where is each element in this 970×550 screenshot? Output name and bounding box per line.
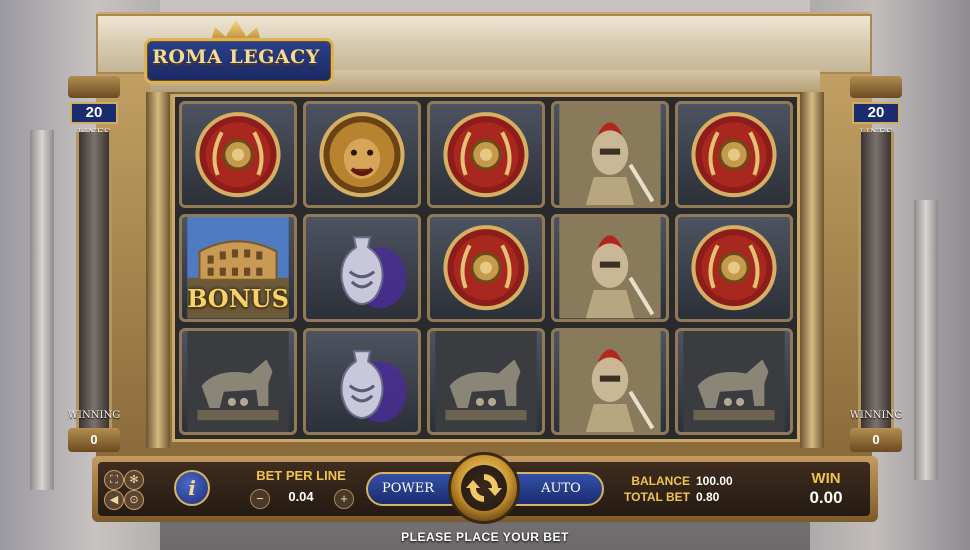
shield-icon [182,104,294,205]
bet-per-line-label: BET PER LINE [256,468,346,483]
right-pillar: 20 LINES WINNING 0 [850,76,902,452]
reel-cell-shield [179,101,297,209]
left-winning-label: WINNING [67,410,121,421]
gladiator-icon [554,104,666,206]
gladiator-icon [554,217,666,319]
reel-cell-she-wolf [179,327,297,435]
pillar-cap [68,76,120,98]
bonus-label: BONUS [187,283,289,313]
win-label: WIN [811,470,841,487]
she-wolf-icon [678,330,790,432]
reel-cell-she-wolf [675,327,793,435]
background-column [30,130,54,490]
reel-cell-gladiator [551,214,669,322]
she-wolf-icon [182,330,294,432]
reel-cell-gladiator [551,327,669,435]
inner-left-column [146,92,170,448]
left-lines-count: 20 [70,102,118,124]
shield-icon [430,104,542,205]
spin-button[interactable] [448,452,520,524]
history-icon[interactable]: ⊙ [124,490,144,510]
game-title: ROMA LEGACY [152,46,320,68]
sound-icon[interactable]: ◀ [104,490,124,510]
reel-cell-amphora [303,327,421,435]
amphora-icon [306,331,418,432]
shield-icon [430,217,542,318]
right-winning-value: 0 [872,432,880,447]
reel-cell-shield [427,101,545,209]
reel-cell-shield [675,214,793,322]
background-column [914,200,938,480]
decrease-bet-button[interactable]: − [250,489,270,509]
reel-grid: BONUS [172,94,800,442]
settings-icon[interactable]: ✻ [124,470,144,490]
info-button[interactable]: i [174,470,210,506]
reel-cell-she-wolf [427,327,545,435]
reel-cell-gladiator [551,101,669,209]
pillar-cap [850,76,902,98]
left-winning-value: 0 [90,432,98,447]
lion-icon [306,104,418,205]
right-winning-label: WINNING [849,410,903,421]
gladiator-icon [554,330,666,432]
total-bet-label: TOTAL BET [624,490,690,504]
inner-right-column [800,92,824,448]
right-lines-count: 20 [852,102,900,124]
spin-arrows-icon [461,465,507,511]
increase-bet-button[interactable]: + [334,489,354,509]
shield-icon [678,104,790,205]
pillar-shaft [76,132,112,432]
win-value: 0.00 [809,488,843,507]
reel-cell-coliseum-bonus: BONUS [179,214,297,322]
fullscreen-icon[interactable]: ⛶ [104,470,124,490]
amphora-icon [306,217,418,318]
bet-per-line-value: 0.04 [288,489,314,504]
game-logo: ROMA LEGACY [140,20,334,92]
left-pillar: 20 LINES WINNING 0 [68,76,120,452]
total-bet-value: 0.80 [696,490,720,504]
balance-value: 100.00 [696,474,733,488]
reel-cell-shield [675,101,793,209]
status-message: PLEASE PLACE YOUR BET [401,530,569,544]
balance-label: BALANCE [631,474,690,488]
reel-cell-shield [427,214,545,322]
she-wolf-icon [430,330,542,432]
reel-cell-amphora [303,214,421,322]
pillar-shaft [858,132,894,432]
reel-cell-lion [303,101,421,209]
shield-icon [678,217,790,318]
